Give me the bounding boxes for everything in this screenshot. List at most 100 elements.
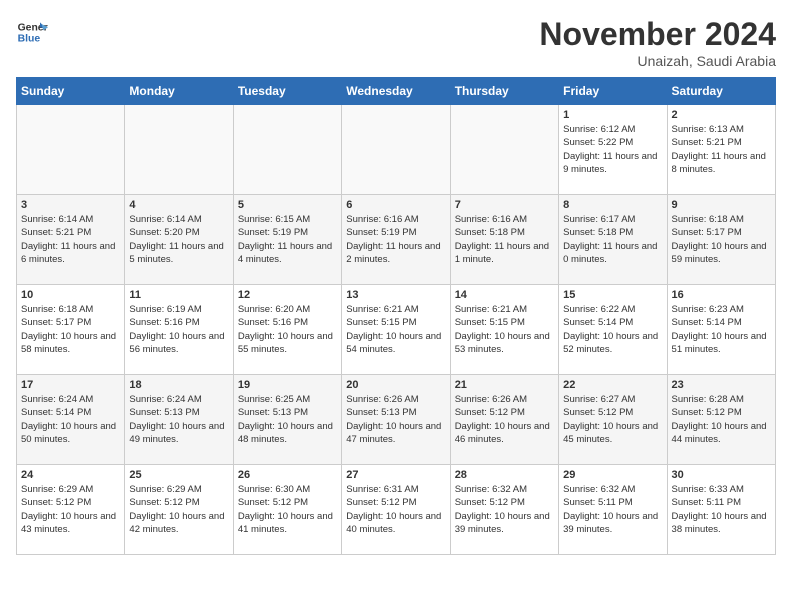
day-info-line: Sunset: 5:12 PM (563, 406, 662, 419)
day-info-line: Sunrise: 6:31 AM (346, 483, 445, 496)
location-subtitle: Unaizah, Saudi Arabia (539, 53, 776, 69)
day-number: 4 (129, 199, 228, 211)
calendar-cell: 6 Sunrise: 6:16 AMSunset: 5:19 PMDaylight… (342, 195, 450, 285)
header-tuesday: Tuesday (233, 78, 341, 105)
day-number: 14 (455, 289, 554, 301)
day-info-line: Sunrise: 6:24 AM (21, 393, 120, 406)
calendar-cell (17, 105, 125, 195)
calendar-cell: 16Sunrise: 6:23 AMSunset: 5:14 PMDayligh… (667, 285, 775, 375)
week-row-3: 10Sunrise: 6:18 AMSunset: 5:17 PMDayligh… (17, 285, 776, 375)
day-info-line: Daylight: 10 hours and 39 minutes. (563, 510, 662, 537)
day-info-line: Sunset: 5:17 PM (21, 316, 120, 329)
calendar-cell (450, 105, 558, 195)
calendar-cell: 14Sunrise: 6:21 AMSunset: 5:15 PMDayligh… (450, 285, 558, 375)
day-number: 5 (238, 199, 337, 211)
day-info-line: Daylight: 10 hours and 49 minutes. (129, 420, 228, 447)
day-number: 15 (563, 289, 662, 301)
day-info-line: Sunrise: 6:27 AM (563, 393, 662, 406)
page-header: General Blue November 2024 Unaizah, Saud… (16, 16, 776, 69)
day-info-line: Daylight: 11 hours and 6 minutes. (21, 240, 120, 267)
day-info-line: Daylight: 10 hours and 42 minutes. (129, 510, 228, 537)
day-info-line: Daylight: 10 hours and 48 minutes. (238, 420, 337, 447)
day-info-line: Sunrise: 6:16 AM (346, 213, 445, 226)
day-info-line: Sunset: 5:12 PM (21, 496, 120, 509)
calendar-cell: 10Sunrise: 6:18 AMSunset: 5:17 PMDayligh… (17, 285, 125, 375)
calendar-cell: 25Sunrise: 6:29 AMSunset: 5:12 PMDayligh… (125, 465, 233, 555)
day-info-line: Daylight: 11 hours and 4 minutes. (238, 240, 337, 267)
calendar-cell: 28Sunrise: 6:32 AMSunset: 5:12 PMDayligh… (450, 465, 558, 555)
day-number: 24 (21, 469, 120, 481)
day-info-line: Daylight: 10 hours and 46 minutes. (455, 420, 554, 447)
calendar-cell: 3Sunrise: 6:14 AMSunset: 5:21 PMDaylight… (17, 195, 125, 285)
day-info-line: Sunset: 5:11 PM (672, 496, 771, 509)
day-info-line: Sunrise: 6:24 AM (129, 393, 228, 406)
day-info-line: Sunrise: 6:33 AM (672, 483, 771, 496)
calendar-cell: 19 Sunrise: 6:25 AMSunset: 5:13 PMDayligh… (233, 375, 341, 465)
day-number: 8 (563, 199, 662, 211)
day-number: 19 (238, 379, 337, 391)
day-number: 3 (21, 199, 120, 211)
day-number: 29 (563, 469, 662, 481)
day-info-line: Sunrise: 6:13 AM (672, 123, 771, 136)
day-info-line: Daylight: 11 hours and 2 minutes. (346, 240, 445, 267)
day-info-line: Sunrise: 6:12 AM (563, 123, 662, 136)
day-info-line: Sunset: 5:12 PM (672, 406, 771, 419)
day-info-line: Sunrise: 6:25 AM (238, 393, 337, 406)
day-info-line: Sunrise: 6:20 AM (238, 303, 337, 316)
day-info-line: Daylight: 10 hours and 52 minutes. (563, 330, 662, 357)
day-number: 10 (21, 289, 120, 301)
day-info-line: Sunset: 5:18 PM (455, 226, 554, 239)
day-info-line: Sunset: 5:13 PM (129, 406, 228, 419)
day-number: 7 (455, 199, 554, 211)
day-number: 30 (672, 469, 771, 481)
calendar-cell: 21Sunrise: 6:26 AMSunset: 5:12 PMDayligh… (450, 375, 558, 465)
day-info-line: Sunset: 5:16 PM (129, 316, 228, 329)
calendar-cell: 29Sunrise: 6:32 AMSunset: 5:11 PMDayligh… (559, 465, 667, 555)
day-number: 11 (129, 289, 228, 301)
day-info-line: Sunrise: 6:23 AM (672, 303, 771, 316)
day-info-line: Sunset: 5:21 PM (672, 136, 771, 149)
calendar-cell: 8Sunrise: 6:17 AMSunset: 5:18 PMDaylight… (559, 195, 667, 285)
calendar-cell: 4Sunrise: 6:14 AMSunset: 5:20 PMDaylight… (125, 195, 233, 285)
day-info-line: Sunrise: 6:18 AM (672, 213, 771, 226)
day-info-line: Sunrise: 6:32 AM (563, 483, 662, 496)
day-number: 2 (672, 109, 771, 121)
day-number: 9 (672, 199, 771, 211)
day-info-line: Sunrise: 6:30 AM (238, 483, 337, 496)
calendar-cell: 24Sunrise: 6:29 AMSunset: 5:12 PMDayligh… (17, 465, 125, 555)
calendar-cell: 20Sunrise: 6:26 AMSunset: 5:13 PMDayligh… (342, 375, 450, 465)
calendar-header: SundayMondayTuesdayWednesdayThursdayFrid… (17, 78, 776, 105)
day-info-line: Sunrise: 6:26 AM (346, 393, 445, 406)
day-info-line: Sunset: 5:13 PM (238, 406, 337, 419)
day-info-line: Daylight: 10 hours and 53 minutes. (455, 330, 554, 357)
day-info-line: Sunrise: 6:17 AM (563, 213, 662, 226)
calendar-cell: 5Sunrise: 6:15 AMSunset: 5:19 PMDaylight… (233, 195, 341, 285)
calendar-cell: 9Sunrise: 6:18 AMSunset: 5:17 PMDaylight… (667, 195, 775, 285)
week-row-1: 1Sunrise: 6:12 AMSunset: 5:22 PMDaylight… (17, 105, 776, 195)
header-thursday: Thursday (450, 78, 558, 105)
calendar-cell: 22Sunrise: 6:27 AMSunset: 5:12 PMDayligh… (559, 375, 667, 465)
day-info-line: Daylight: 10 hours and 44 minutes. (672, 420, 771, 447)
day-number: 6 (346, 199, 445, 211)
calendar-table: SundayMondayTuesdayWednesdayThursdayFrid… (16, 77, 776, 555)
month-title: November 2024 (539, 16, 776, 53)
day-info-line: Sunrise: 6:19 AM (129, 303, 228, 316)
day-info-line: Sunrise: 6:21 AM (346, 303, 445, 316)
day-number: 28 (455, 469, 554, 481)
day-info-line: Daylight: 10 hours and 56 minutes. (129, 330, 228, 357)
calendar-body: 1Sunrise: 6:12 AMSunset: 5:22 PMDaylight… (17, 105, 776, 555)
day-info-line: Sunset: 5:17 PM (672, 226, 771, 239)
day-number: 21 (455, 379, 554, 391)
day-number: 16 (672, 289, 771, 301)
calendar-cell: 23Sunrise: 6:28 AMSunset: 5:12 PMDayligh… (667, 375, 775, 465)
calendar-cell: 11 Sunrise: 6:19 AMSunset: 5:16 PMDayligh… (125, 285, 233, 375)
header-monday: Monday (125, 78, 233, 105)
day-info-line: Sunset: 5:19 PM (346, 226, 445, 239)
calendar-cell: 13Sunrise: 6:21 AMSunset: 5:15 PMDayligh… (342, 285, 450, 375)
day-number: 18 (129, 379, 228, 391)
week-row-4: 17Sunrise: 6:24 AMSunset: 5:14 PMDayligh… (17, 375, 776, 465)
day-info-line: Sunrise: 6:28 AM (672, 393, 771, 406)
calendar-cell: 7Sunrise: 6:16 AMSunset: 5:18 PMDaylight… (450, 195, 558, 285)
day-info-line: Daylight: 10 hours and 39 minutes. (455, 510, 554, 537)
day-number: 1 (563, 109, 662, 121)
